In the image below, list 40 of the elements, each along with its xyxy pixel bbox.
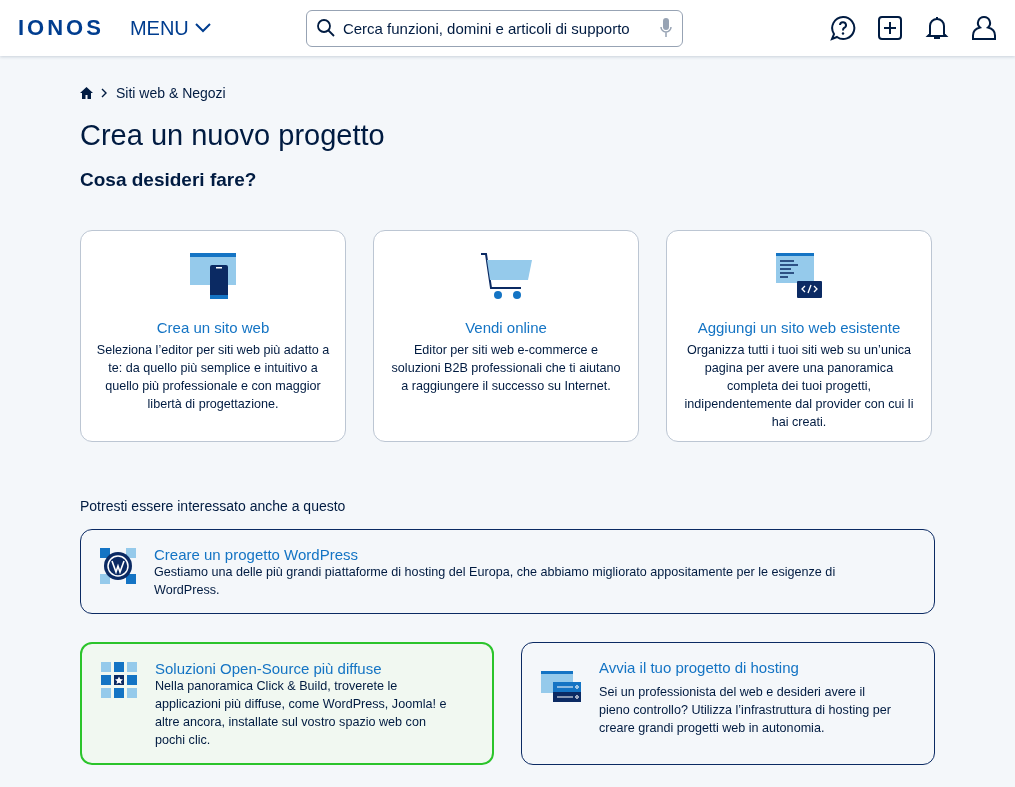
help-icon[interactable] <box>830 15 856 41</box>
card-title: Avvia il tuo progetto di hosting <box>599 659 800 676</box>
card-description: Sei un professionista del web e desideri avere il pieno controllo? Utilizza l’infrastruttura di hosting per creare grandi progetti web in autonomia. <box>599 684 892 737</box>
microphone-icon[interactable] <box>659 18 672 38</box>
browser-code-icon <box>775 251 823 299</box>
card-description: Nella panoramica Click & Build, troverete le applicazioni più diffuse, come WordPress, Joomla! e altre ancora, installate sul vostro spazio web con pochi clic. <box>155 678 448 749</box>
suggestion-card[interactable]: Soluzioni Open-Source più diffuse Nella panoramica Click & Build, troverete le applicazioni più diffuse, come WordPress, Joomla! e altre ancora, installate sul vostro spazio web con pochi clic. <box>80 642 494 765</box>
browser-phone-icon <box>189 251 237 299</box>
search-icon <box>316 19 335 37</box>
breadcrumb-link[interactable]: Siti web & Negozi <box>116 85 226 101</box>
card-title: Aggiungi un sito web esistente <box>697 319 901 336</box>
chevron-down-icon <box>194 23 211 33</box>
card-description: Organizza tutti i tuoi siti web su un’unica pagina per avere una panoramica completa dei tuoi progetti, indipendentemente dal provider con cui li hai creati. <box>683 342 915 431</box>
card-description: Seleziona l’editor per siti web più adatto a te: da quello più semplice e intuitivo a quello più professionale e con maggior libertà di progettazione. <box>95 342 331 413</box>
option-card[interactable]: Vendi online Editor per siti web e-commerce e soluzioni B2B professionali che ti aiutano a raggiungere il successo su Internet. <box>373 230 639 442</box>
notification-bell-icon[interactable] <box>924 15 950 41</box>
chevron-right-icon <box>101 88 108 98</box>
option-card[interactable]: Aggiungi un sito web esistente Organizza tutti i tuoi siti web su un’unica pagina per avere una panoramica completa dei tuoi progetti, indipendentemente dal provider con cui li hai creati. <box>666 230 932 442</box>
tile-grid-star-icon <box>101 662 137 698</box>
add-icon[interactable] <box>877 15 903 41</box>
card-title: Crea un sito web <box>156 319 270 336</box>
card-description: Editor per siti web e-commerce e soluzioni B2B professionali che ti aiutano a raggiungere il successo su Internet. <box>390 342 622 395</box>
suggestion-card[interactable]: Creare un progetto WordPress Gestiamo una delle più grandi piattaforme di hosting del Europa, che abbiamo migliorato appositamente per le esigenze di WordPress. <box>80 529 935 614</box>
section-heading: Cosa desideri fare? <box>80 169 258 191</box>
home-icon[interactable] <box>80 87 93 99</box>
logo[interactable]: IONOS <box>18 15 104 41</box>
card-title: Creare un progetto WordPress <box>154 546 359 563</box>
menu-button[interactable]: MENU <box>129 16 240 40</box>
user-icon[interactable] <box>971 15 997 41</box>
card-description: Gestiamo una delle più grandi piattaforme di hosting del Europa, che abbiamo migliorato appositamente per le esigenze di WordPress. <box>154 564 837 599</box>
wordpress-logo-icon <box>100 548 136 584</box>
section-label: Potresti essere interessato anche a questo <box>80 498 347 514</box>
card-title: Soluzioni Open-Source più diffuse <box>155 660 383 677</box>
option-card[interactable]: Crea un sito web Seleziona l’editor per siti web più adatto a te: da quello più semplice e intuitivo a quello più professionale e con maggior libertà di progettazione. <box>80 230 346 442</box>
browser-server-icon <box>541 671 581 703</box>
page-title: Crea un nuovo progetto <box>80 119 386 152</box>
suggestion-card[interactable]: Avvia il tuo progetto di hosting Sei un professionista del web e desideri avere il pieno controllo? Utilizza l’infrastruttura di hosting per creare grandi progetti web in autonomia. <box>521 642 935 765</box>
shopping-cart-icon <box>479 251 533 299</box>
search-bar[interactable]: Cerca funzioni, domini e articoli di supporto <box>305 9 683 47</box>
card-title: Vendi online <box>465 319 547 336</box>
